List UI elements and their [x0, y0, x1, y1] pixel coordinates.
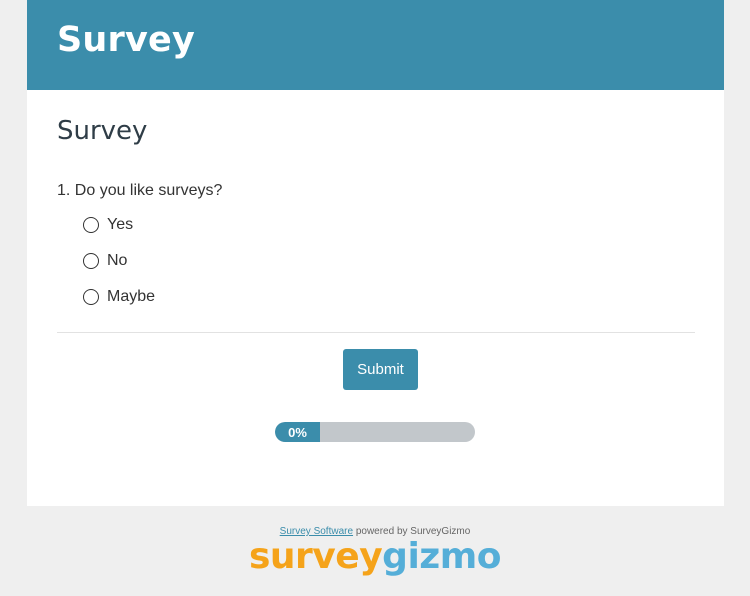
logo-part-survey: survey — [249, 536, 383, 577]
header-title: Survey — [57, 20, 195, 60]
divider — [57, 332, 695, 333]
question-text: 1. Do you like surveys? — [57, 182, 223, 199]
option-label: Maybe — [107, 288, 156, 305]
option-yes[interactable]: Yes — [83, 214, 133, 236]
logo-part-gizmo: gizmo — [382, 536, 501, 577]
radio-button[interactable] — [83, 289, 99, 305]
option-label: Yes — [107, 216, 134, 233]
footer: Survey Software powered by SurveyGizmo s… — [0, 506, 750, 596]
radio-button[interactable] — [83, 253, 99, 269]
header-banner: Survey — [27, 0, 724, 90]
radio-button[interactable] — [83, 217, 99, 233]
page: Survey Survey 1. Do you like surveys? Ye… — [0, 0, 750, 596]
page-title: Survey — [57, 116, 148, 146]
progress-bar: 0% — [275, 422, 475, 442]
survey-card: Survey 1. Do you like surveys? Yes No Ma… — [27, 90, 724, 506]
option-no[interactable]: No — [83, 250, 127, 272]
surveygizmo-logo[interactable]: surveygizmo — [0, 536, 750, 577]
option-maybe[interactable]: Maybe — [83, 286, 155, 308]
progress-label: 0% — [275, 422, 320, 442]
submit-button[interactable]: Submit — [343, 349, 418, 390]
option-label: No — [107, 252, 128, 269]
